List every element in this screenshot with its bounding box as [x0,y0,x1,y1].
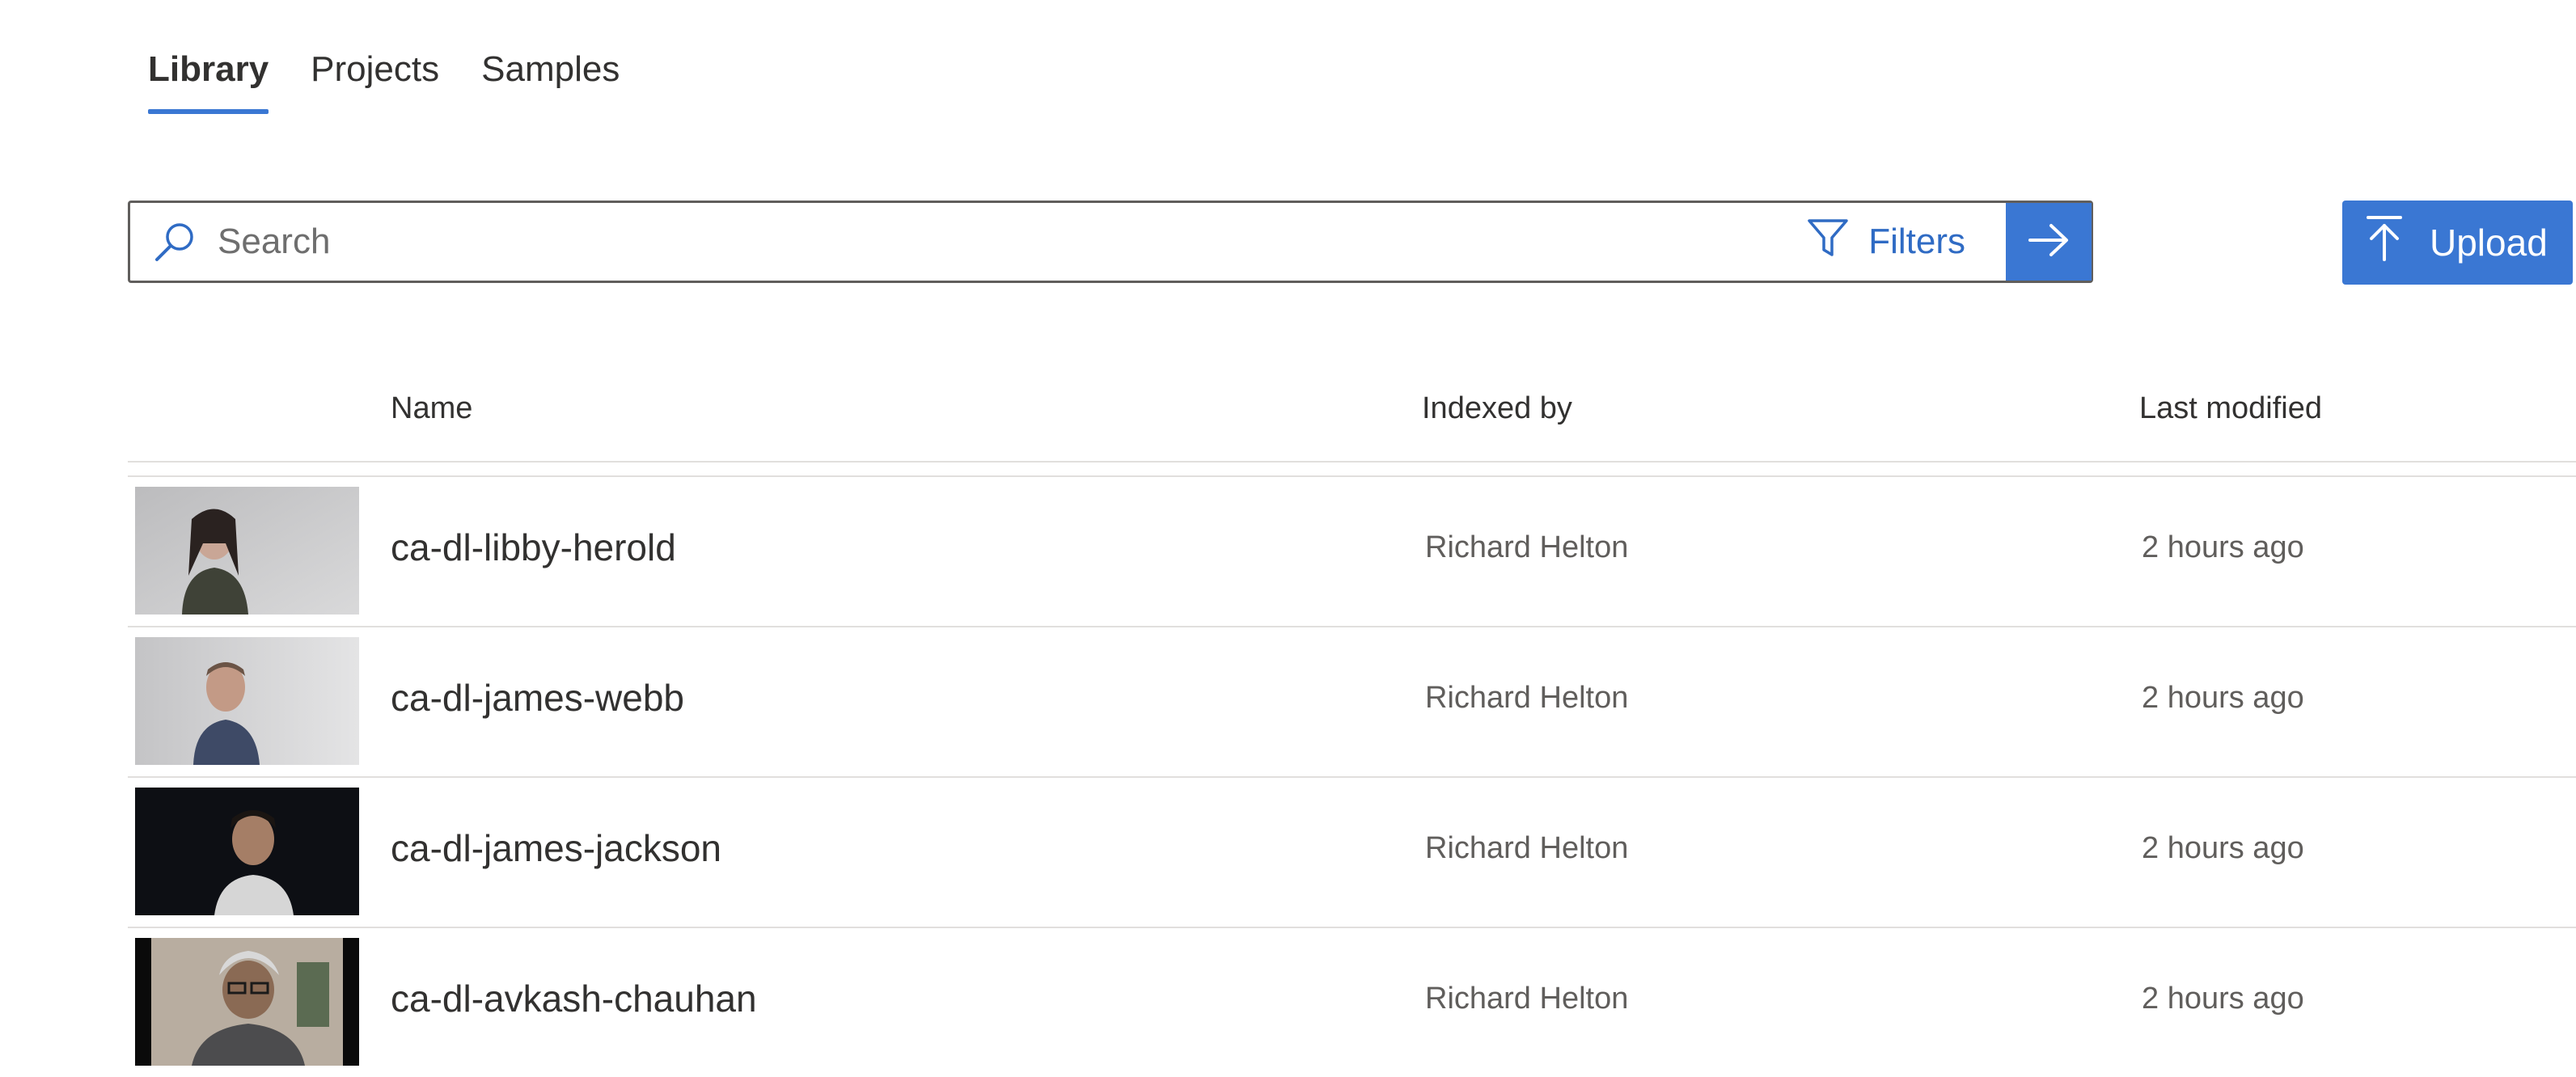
table-row[interactable]: ca-dl-libby-herold Richard Helton 2 hour… [128,477,2576,627]
video-thumbnail[interactable] [135,938,359,1066]
upload-button[interactable]: Upload [2342,201,2573,285]
tab-samples[interactable]: Samples [481,49,620,114]
column-header-indexed-by[interactable]: Indexed by [1422,391,1572,426]
filters-button[interactable]: Filters [1774,203,2006,281]
page: Library Projects Samples Filters [0,0,2576,1077]
tab-projects[interactable]: Projects [311,49,439,114]
video-name[interactable]: ca-dl-james-webb [391,676,684,720]
column-header-name[interactable]: Name [391,391,472,426]
video-name[interactable]: ca-dl-libby-herold [391,526,676,569]
indexed-by: Richard Helton [1425,681,1629,715]
search-input[interactable] [203,205,1775,279]
filters-label: Filters [1868,222,1965,261]
upload-arrow-icon [2365,214,2404,272]
search-icon [146,213,203,270]
filter-icon [1807,218,1849,267]
column-header-last-modified[interactable]: Last modified [2139,391,2322,426]
arrow-right-icon [2027,222,2071,262]
video-list: ca-dl-libby-herold Richard Helton 2 hour… [128,477,2576,1077]
table-row[interactable]: ca-dl-avkash-chauhan Richard Helton 2 ho… [128,928,2576,1077]
upload-label: Upload [2430,222,2548,264]
last-modified: 2 hours ago [2142,831,2304,865]
search-submit-button[interactable] [2006,203,2092,281]
video-thumbnail[interactable] [135,487,359,615]
indexed-by: Richard Helton [1425,530,1629,564]
table-row[interactable]: ca-dl-james-jackson Richard Helton 2 hou… [128,778,2576,928]
video-name[interactable]: ca-dl-james-jackson [391,826,721,870]
video-thumbnail[interactable] [135,788,359,915]
last-modified: 2 hours ago [2142,681,2304,715]
video-thumbnail[interactable] [135,637,359,765]
table-header: Name Indexed by Last modified [128,380,2576,462]
table-row[interactable]: ca-dl-james-webb Richard Helton 2 hours … [128,627,2576,778]
tab-bar: Library Projects Samples [148,49,620,114]
search-bar: Filters [128,201,2093,283]
indexed-by: Richard Helton [1425,982,1629,1016]
last-modified: 2 hours ago [2142,530,2304,564]
video-name[interactable]: ca-dl-avkash-chauhan [391,977,757,1020]
last-modified: 2 hours ago [2142,982,2304,1016]
indexed-by: Richard Helton [1425,831,1629,865]
tab-library[interactable]: Library [148,49,269,114]
